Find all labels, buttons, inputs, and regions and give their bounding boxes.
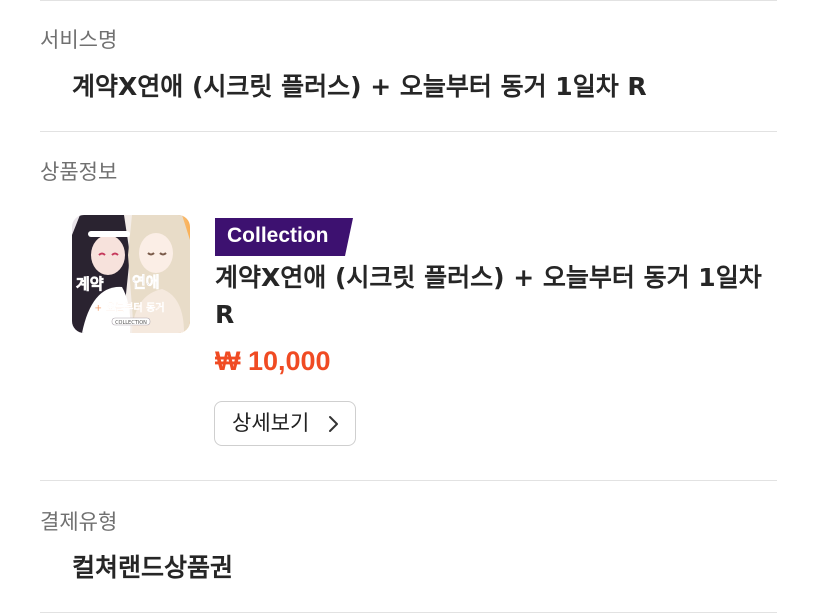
section-divider <box>40 131 777 132</box>
service-name-label: 서비스명 <box>40 28 118 52</box>
chevron-right-icon <box>329 416 338 432</box>
detail-view-button-label: 상세보기 <box>232 411 310 435</box>
payment-type-label: 결제유형 <box>40 510 118 534</box>
cover-subtitle: + 오늘부터 동거 <box>94 301 165 314</box>
service-name-value: 계약X연애 (시크릿 플러스) + 오늘부터 동거 1일차 R <box>72 72 647 101</box>
cover-title-left: 계약 <box>76 275 104 293</box>
section-divider <box>40 480 777 481</box>
bottom-divider <box>40 612 777 613</box>
product-info-label: 상품정보 <box>40 160 118 184</box>
payment-type-value: 컬쳐랜드상품권 <box>72 553 234 582</box>
collection-badge-text: Collection <box>227 224 329 247</box>
product-title[interactable]: 계약X연애 (시크릿 플러스) + 오늘부터 동거 1일차 R <box>215 259 775 333</box>
collection-badge: Collection <box>215 218 353 256</box>
cover-title-right: 연애 <box>132 273 160 291</box>
product-thumbnail[interactable]: 계약 연애 + 오늘부터 동거 COLLECTION <box>72 215 190 333</box>
product-cover-illustration-icon: 계약 연애 + 오늘부터 동거 COLLECTION <box>72 215 190 333</box>
detail-view-button[interactable]: 상세보기 <box>214 401 356 446</box>
product-price: ₩ 10,000 <box>215 346 331 376</box>
top-divider <box>40 0 777 1</box>
cover-footer: COLLECTION <box>115 320 147 326</box>
